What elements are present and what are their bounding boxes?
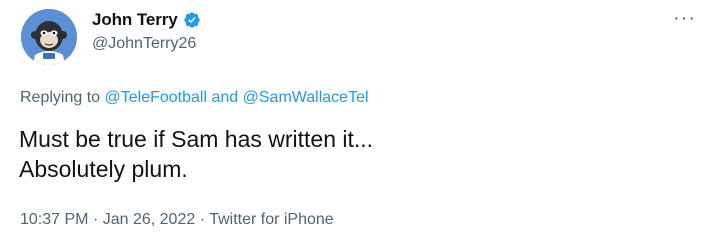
tweet-date[interactable]: Jan 26, 2022: [103, 211, 196, 228]
tweet-line: Absolutely plum.: [19, 156, 188, 182]
tweet-text: Must be true if Sam has written it... Ab…: [19, 124, 373, 184]
author-handle[interactable]: @JohnTerry26: [92, 35, 196, 53]
reply-user-link-2[interactable]: @SamWallaceTel: [243, 89, 369, 106]
replying-to-line: Replying to @TeleFootball and @SamWallac…: [20, 89, 369, 107]
author-name-row: John Terry: [92, 10, 201, 30]
tweet-meta: 10:37 PM · Jan 26, 2022 · Twitter for iP…: [20, 211, 334, 229]
tweet-time[interactable]: 10:37 PM: [20, 211, 88, 228]
meta-separator: ·: [92, 211, 99, 228]
more-options-icon[interactable]: ···: [673, 8, 696, 28]
replying-to-label: Replying to: [20, 89, 101, 106]
author-display-name[interactable]: John Terry: [92, 10, 178, 30]
reply-user-link-1[interactable]: @TeleFootball: [105, 89, 208, 106]
meta-separator: ·: [199, 211, 206, 228]
verified-badge-icon: [183, 12, 200, 28]
tweet-source[interactable]: Twitter for iPhone: [209, 211, 334, 228]
avatar[interactable]: [21, 9, 77, 65]
reply-conjunction: and: [211, 89, 239, 106]
tweet-line: Must be true if Sam has written it...: [19, 126, 374, 152]
ape-avatar-icon: [21, 9, 77, 65]
